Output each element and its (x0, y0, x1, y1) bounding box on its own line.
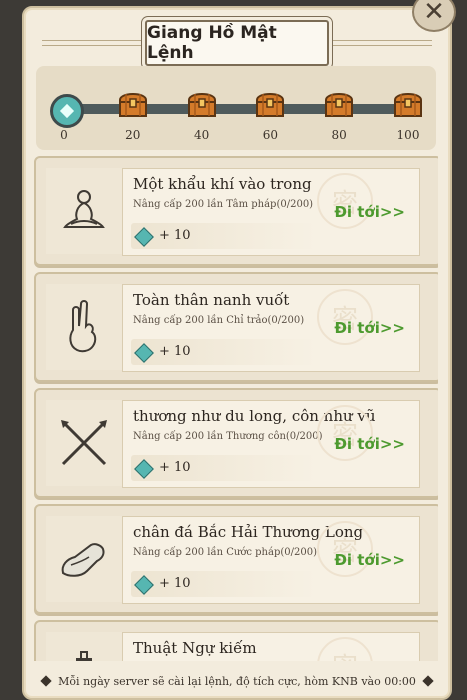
goto-button[interactable]: Đi tới>> (334, 551, 405, 569)
progress-track (62, 104, 410, 114)
sword-icon (46, 632, 123, 661)
meditation-icon (46, 168, 123, 254)
task-body: Toàn thân nanh vuốt Nâng cấp 200 lần Chỉ… (122, 284, 420, 372)
gem-icon (50, 94, 84, 128)
task-card: Thuật Ngự kiếm 密 (34, 620, 438, 661)
crossed-spears-icon (46, 400, 123, 486)
task-card: Một khẩu khí vào trong Nâng cấp 200 lần … (34, 156, 438, 266)
treasure-chest-icon[interactable] (323, 88, 355, 120)
treasure-chest-icon[interactable] (117, 88, 149, 120)
diamond-bullet-icon (40, 675, 52, 687)
task-requirement: Nâng cấp 200 lần Tâm pháp(0/200) (133, 199, 314, 210)
gem-icon (134, 343, 154, 363)
task-requirement: Nâng cấp 200 lần Cước pháp(0/200) (133, 547, 317, 558)
gem-icon (134, 575, 154, 595)
task-list[interactable]: Một khẩu khí vào trong Nâng cấp 200 lần … (34, 156, 438, 661)
seal-watermark: 密 (317, 637, 373, 661)
task-reward: + 10 (131, 571, 317, 597)
task-reward: + 10 (131, 455, 317, 481)
goto-button[interactable]: Đi tới>> (334, 203, 405, 221)
task-reward: + 10 (131, 339, 317, 365)
quest-panel: Giang Hồ Mật Lệnh 0 20 40 60 80 100 Một khẩu … (22, 6, 452, 700)
boot-icon (46, 516, 123, 602)
milestone-label: 80 (331, 128, 347, 142)
finger-gesture-icon (46, 284, 123, 370)
footer-text: Mỗi ngày server sẽ cài lại lệnh, độ tích… (58, 674, 416, 688)
milestone-label: 20 (125, 128, 141, 142)
milestone-label: 100 (396, 128, 420, 142)
diamond-bullet-icon (422, 675, 434, 687)
reward-amount: + 10 (159, 460, 191, 475)
task-card: Toàn thân nanh vuốt Nâng cấp 200 lần Chỉ… (34, 272, 438, 382)
task-card: thương như du long, côn như vũ Nâng cấp … (34, 388, 438, 498)
task-name: Một khẩu khí vào trong (133, 175, 312, 193)
reward-amount: + 10 (159, 344, 191, 359)
task-body: chân đá Bắc Hải Thương Long Nâng cấp 200… (122, 516, 420, 604)
task-body: Thuật Ngự kiếm 密 (122, 632, 420, 661)
task-name: Toàn thân nanh vuốt (133, 291, 290, 309)
milestone-label: 60 (262, 128, 279, 142)
gem-icon (134, 227, 154, 247)
task-body: thương như du long, côn như vũ Nâng cấp … (122, 400, 420, 488)
progress-bar: 0 20 40 60 80 100 (36, 66, 436, 150)
task-name: Thuật Ngự kiếm (133, 639, 257, 657)
task-body: Một khẩu khí vào trong Nâng cấp 200 lần … (122, 168, 420, 256)
gem-icon (134, 459, 154, 479)
milestone-label: 40 (193, 128, 210, 142)
treasure-chest-icon[interactable] (254, 88, 286, 120)
task-reward: + 10 (131, 223, 317, 249)
goto-button[interactable]: Đi tới>> (334, 435, 405, 453)
treasure-chest-icon[interactable] (392, 88, 424, 120)
title-bar: Giang Hồ Mật Lệnh (24, 12, 450, 72)
task-requirement: Nâng cấp 200 lần Chỉ trảo(0/200) (133, 315, 305, 326)
panel-title: Giang Hồ Mật Lệnh (145, 20, 329, 66)
footer-notice: Mỗi ngày server sẽ cài lại lệnh, độ tích… (34, 668, 440, 694)
task-card: chân đá Bắc Hải Thương Long Nâng cấp 200… (34, 504, 438, 614)
goto-button[interactable]: Đi tới>> (334, 319, 405, 337)
treasure-chest-icon[interactable] (186, 88, 218, 120)
reward-amount: + 10 (159, 228, 191, 243)
reward-amount: + 10 (159, 576, 191, 591)
task-requirement: Nâng cấp 200 lần Thương côn(0/200) (133, 431, 323, 442)
milestone-label: 0 (60, 128, 68, 142)
